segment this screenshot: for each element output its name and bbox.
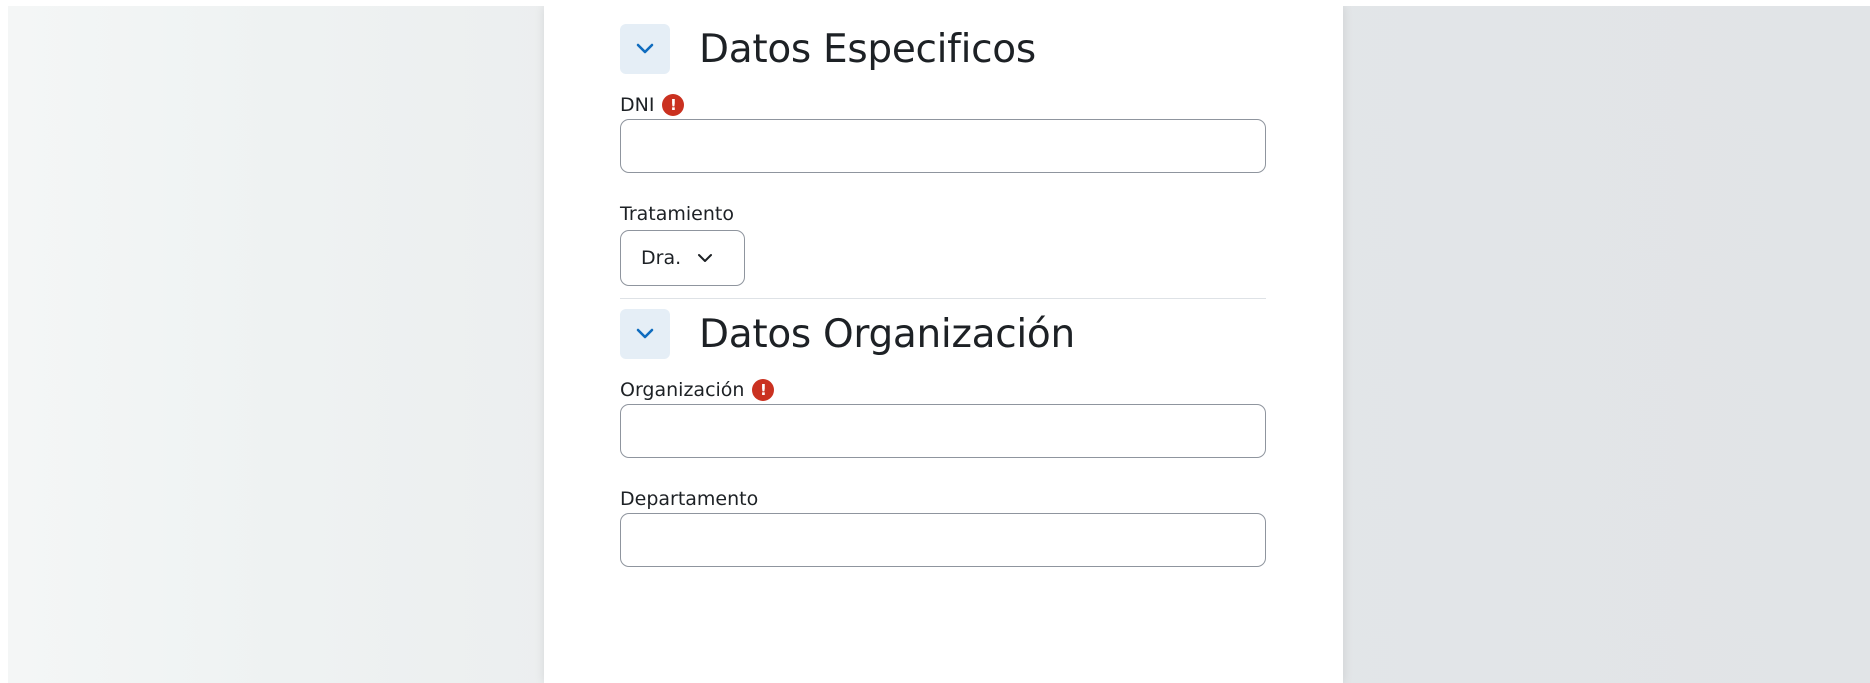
- organizacion-input[interactable]: [620, 404, 1266, 458]
- organizacion-label: Organización !: [620, 379, 775, 401]
- section-title: Datos Organización: [699, 311, 1075, 357]
- tratamiento-label-text: Tratamiento: [620, 203, 734, 225]
- collapse-datos-organizacion-button[interactable]: [620, 309, 670, 359]
- required-icon: !: [662, 94, 685, 116]
- departamento-input[interactable]: [620, 513, 1266, 567]
- section-divider: [620, 298, 1266, 299]
- chevron-down-icon: [636, 43, 654, 54]
- collapse-datos-especificos-button[interactable]: [620, 24, 670, 74]
- section-header-datos-especificos: Datos Especificos: [620, 24, 1036, 74]
- dni-input[interactable]: [620, 119, 1266, 173]
- dni-label-text: DNI: [620, 94, 655, 116]
- section-title: Datos Especificos: [699, 26, 1036, 72]
- section-header-datos-organizacion: Datos Organización: [620, 309, 1075, 359]
- departamento-label: Departamento: [620, 488, 758, 510]
- form-panel: Datos Especificos DNI ! Tratamiento Dra.: [544, 6, 1343, 683]
- tratamiento-select[interactable]: Dra.: [620, 230, 745, 286]
- dni-label: DNI !: [620, 94, 685, 116]
- select-chevron-down-icon: [697, 253, 713, 263]
- departamento-label-text: Departamento: [620, 488, 759, 510]
- tratamiento-label: Tratamiento: [620, 203, 734, 225]
- tratamiento-selected-value: Dra.: [641, 247, 682, 269]
- page-background: Datos Especificos DNI ! Tratamiento Dra.: [8, 6, 1870, 683]
- organizacion-label-text: Organización: [620, 379, 745, 401]
- chevron-down-icon: [636, 328, 654, 339]
- required-icon: !: [752, 379, 775, 401]
